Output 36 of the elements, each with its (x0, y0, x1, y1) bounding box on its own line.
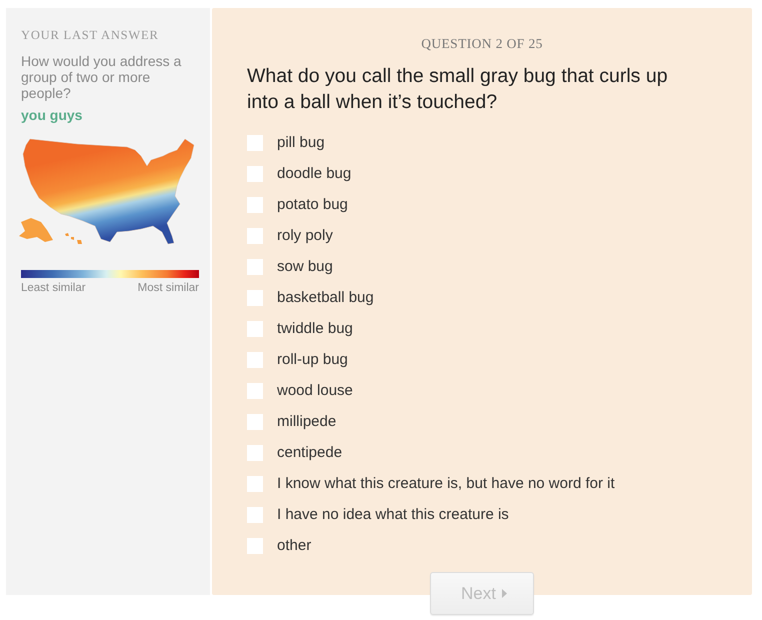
option-label[interactable]: millipede (277, 412, 336, 430)
option-label[interactable]: centipede (277, 444, 342, 462)
scale-low-label: Least similar (21, 281, 86, 295)
checkbox[interactable] (247, 382, 263, 398)
option-label[interactable]: basketball bug (277, 288, 374, 306)
question-number-heading: QUESTION 2 OF 25 (421, 36, 543, 52)
checkbox[interactable] (247, 352, 263, 368)
sidebar-heading: YOUR LAST ANSWER (21, 27, 160, 43)
option-label[interactable]: sow bug (277, 258, 333, 276)
previous-question: How would you address a group of two or more people? (21, 53, 182, 101)
checkbox[interactable] (247, 506, 263, 522)
scale-high-label: Most similar (138, 281, 199, 295)
option-label[interactable]: twiddle bug (277, 320, 353, 338)
option-label[interactable]: potato bug (277, 196, 348, 214)
checkbox[interactable] (247, 290, 263, 306)
question-text: What do you call the small gray bug that curls up into a ball when it’s touched? (247, 64, 669, 115)
option-label[interactable]: I know what this creature is, but have no word for it (277, 474, 615, 492)
checkbox[interactable] (247, 258, 263, 274)
checkbox[interactable] (247, 476, 263, 492)
checkbox[interactable] (247, 538, 263, 554)
checkbox[interactable] (247, 414, 263, 430)
option-label[interactable]: roly poly (277, 226, 333, 244)
checkbox[interactable] (247, 196, 263, 212)
option-label[interactable]: wood louse (277, 382, 353, 400)
checkbox[interactable] (247, 166, 263, 182)
option-label[interactable]: pill bug (277, 134, 325, 152)
option-label[interactable]: roll-up bug (277, 350, 348, 368)
checkbox[interactable] (247, 228, 263, 244)
checkbox[interactable] (247, 320, 263, 336)
previous-answer: you guys (21, 107, 84, 123)
option-label[interactable]: other (277, 536, 312, 554)
checkbox[interactable] (247, 134, 263, 150)
caret-icon (502, 589, 507, 598)
checkbox[interactable] (247, 444, 263, 460)
option-label[interactable]: doodle bug (277, 164, 352, 182)
option-label[interactable]: I have no idea what this creature is (277, 506, 509, 524)
